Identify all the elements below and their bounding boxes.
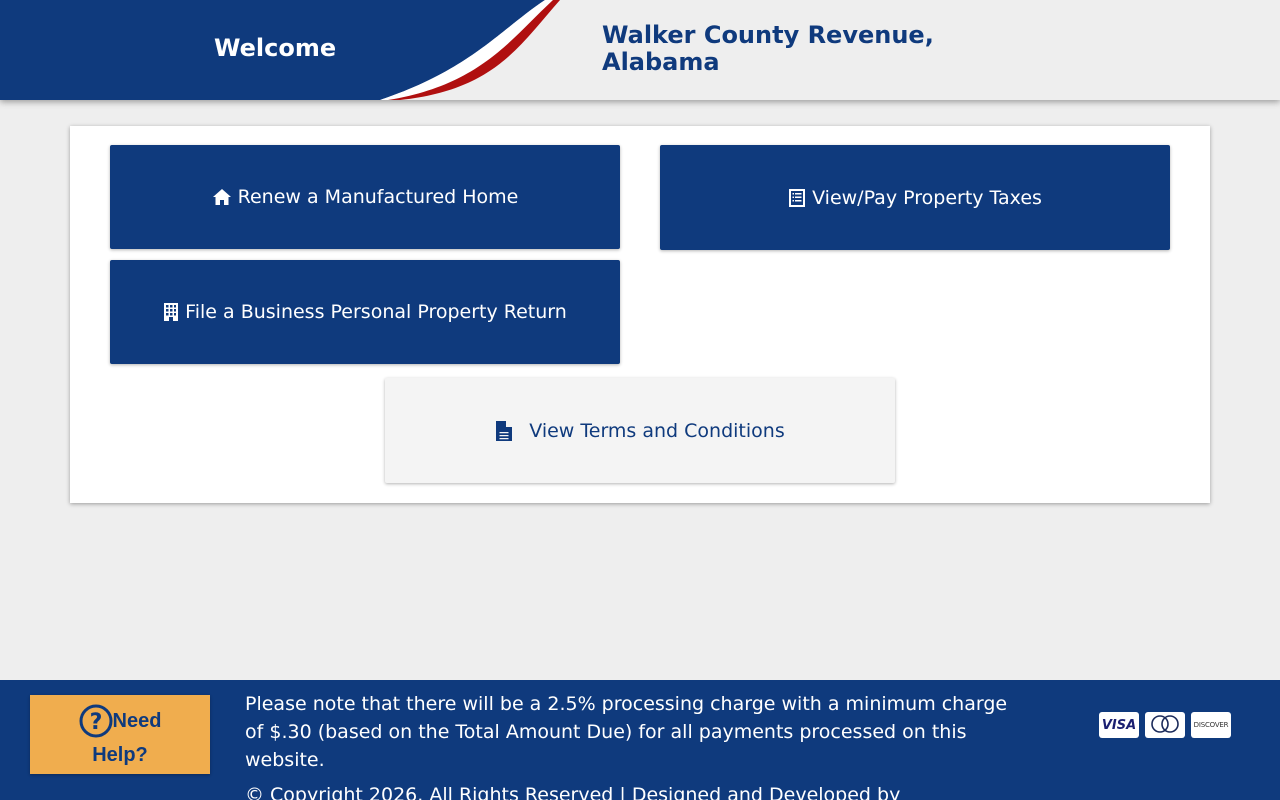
discover-card-icon: DISCOVER xyxy=(1191,712,1231,738)
welcome-text: Welcome xyxy=(214,34,337,62)
list-icon xyxy=(789,188,806,207)
svg-text:?: ? xyxy=(89,710,102,735)
building-icon xyxy=(164,303,179,321)
need-help-line1: Need xyxy=(112,709,162,732)
renew-manufactured-home-button[interactable]: Renew a Manufactured Home xyxy=(110,145,620,249)
view-pay-property-taxes-button[interactable]: View/Pay Property Taxes xyxy=(660,145,1170,250)
copyright-text: © Copyright 2026. All Rights Reserved | … xyxy=(245,784,901,800)
view-pay-property-taxes-label: View/Pay Property Taxes xyxy=(812,186,1042,209)
services-card: Renew a Manufactured Home View/Pay Prope… xyxy=(70,126,1210,503)
accepted-cards: VISA DISCOVER xyxy=(1099,712,1231,738)
mastercard-card-icon xyxy=(1145,712,1185,738)
renew-manufactured-home-label: Renew a Manufactured Home xyxy=(237,186,519,208)
site-footer: ? Need Help? Please note that there will… xyxy=(0,680,1280,800)
view-terms-and-conditions-button[interactable]: View Terms and Conditions xyxy=(385,378,895,483)
visa-card-icon: VISA xyxy=(1099,712,1139,738)
discover-label: DISCOVER xyxy=(1193,721,1229,729)
need-help-line2: Help? xyxy=(92,743,148,766)
visa-label: VISA xyxy=(1101,717,1137,733)
file-business-personal-property-return-button[interactable]: File a Business Personal Property Return xyxy=(110,260,620,364)
mastercard-circles xyxy=(1151,715,1179,733)
question-circle-icon: ? xyxy=(79,704,113,738)
need-help-button[interactable]: ? Need Help? xyxy=(30,695,210,774)
file-business-personal-property-return-label: File a Business Personal Property Return xyxy=(185,301,567,323)
site-header: Welcome Walker County Revenue, Alabama xyxy=(0,0,1280,100)
processing-charge-note: Please note that there will be a 2.5% pr… xyxy=(245,693,1008,771)
site-title: Walker County Revenue, Alabama xyxy=(602,21,934,76)
document-icon xyxy=(496,420,513,441)
view-terms-and-conditions-label: View Terms and Conditions xyxy=(529,419,785,442)
home-icon xyxy=(212,189,231,205)
